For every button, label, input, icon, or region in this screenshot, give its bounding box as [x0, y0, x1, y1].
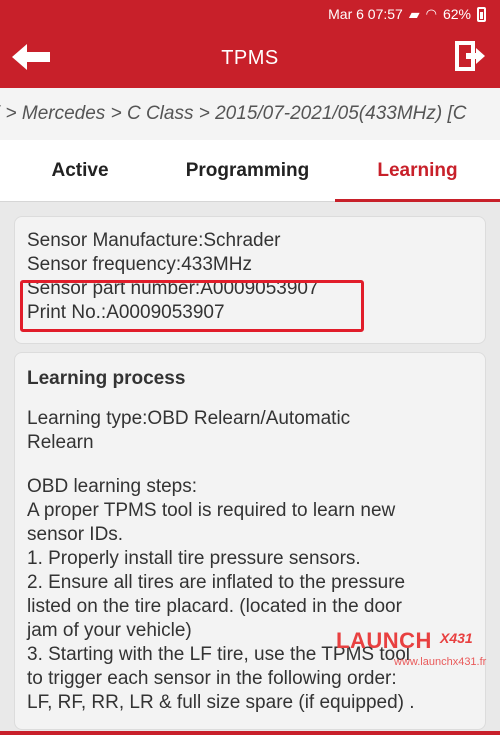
learning-type-line: Learning type:OBD Relearn/Automatic: [27, 408, 351, 429]
notification-icon: ▰: [408, 5, 420, 22]
learning-type-line: Relearn: [27, 432, 94, 453]
breadcrumb: i > Mercedes > C Class > 2015/07-2021/05…: [0, 88, 500, 140]
highlight-box: [20, 280, 364, 332]
exit-icon[interactable]: [454, 40, 486, 72]
step-line: 2. Ensure all tires are inflated to the …: [27, 572, 406, 593]
step-line: A proper TPMS tool is required to learn …: [27, 500, 396, 521]
step-line: OBD learning steps:: [27, 476, 198, 497]
learning-heading: Learning process: [27, 368, 186, 389]
status-datetime: Mar 6 07:57: [328, 6, 403, 22]
launch-watermark: LAUNCH X431 www.launchx431.fr: [330, 628, 486, 676]
battery-icon: [477, 6, 486, 22]
tab-bar: Active Programming Learning: [0, 140, 500, 202]
tab-active[interactable]: Active: [0, 140, 160, 201]
watermark-model: X431: [440, 630, 473, 646]
bottom-edge: [0, 731, 500, 735]
status-bar: Mar 6 07:57 ▰ ◠ 62%: [0, 0, 500, 28]
page-title: TPMS: [221, 46, 279, 69]
step-line: sensor IDs.: [27, 524, 124, 545]
tab-programming[interactable]: Programming: [160, 140, 335, 201]
sensor-frequency: Sensor frequency:433MHz: [27, 254, 252, 275]
sensor-manufacture: Sensor Manufacture:Schrader: [27, 230, 281, 251]
watermark-site: www.launchx431.fr: [394, 656, 487, 668]
breadcrumb-text: i > Mercedes > C Class > 2015/07-2021/05…: [0, 103, 467, 124]
back-arrow-icon[interactable]: [12, 42, 52, 72]
step-line: 1. Properly install tire pressure sensor…: [27, 548, 361, 569]
app-bar: TPMS: [0, 28, 500, 88]
tab-learning[interactable]: Learning: [335, 140, 500, 202]
watermark-brand: LAUNCH: [336, 628, 432, 653]
wifi-icon: ◠: [425, 6, 437, 21]
step-line: listed on the tire placard. (located in …: [27, 596, 402, 617]
battery-percent: 62%: [442, 6, 471, 22]
step-line: LF, RF, RR, LR & full size spare (if equ…: [27, 692, 415, 713]
